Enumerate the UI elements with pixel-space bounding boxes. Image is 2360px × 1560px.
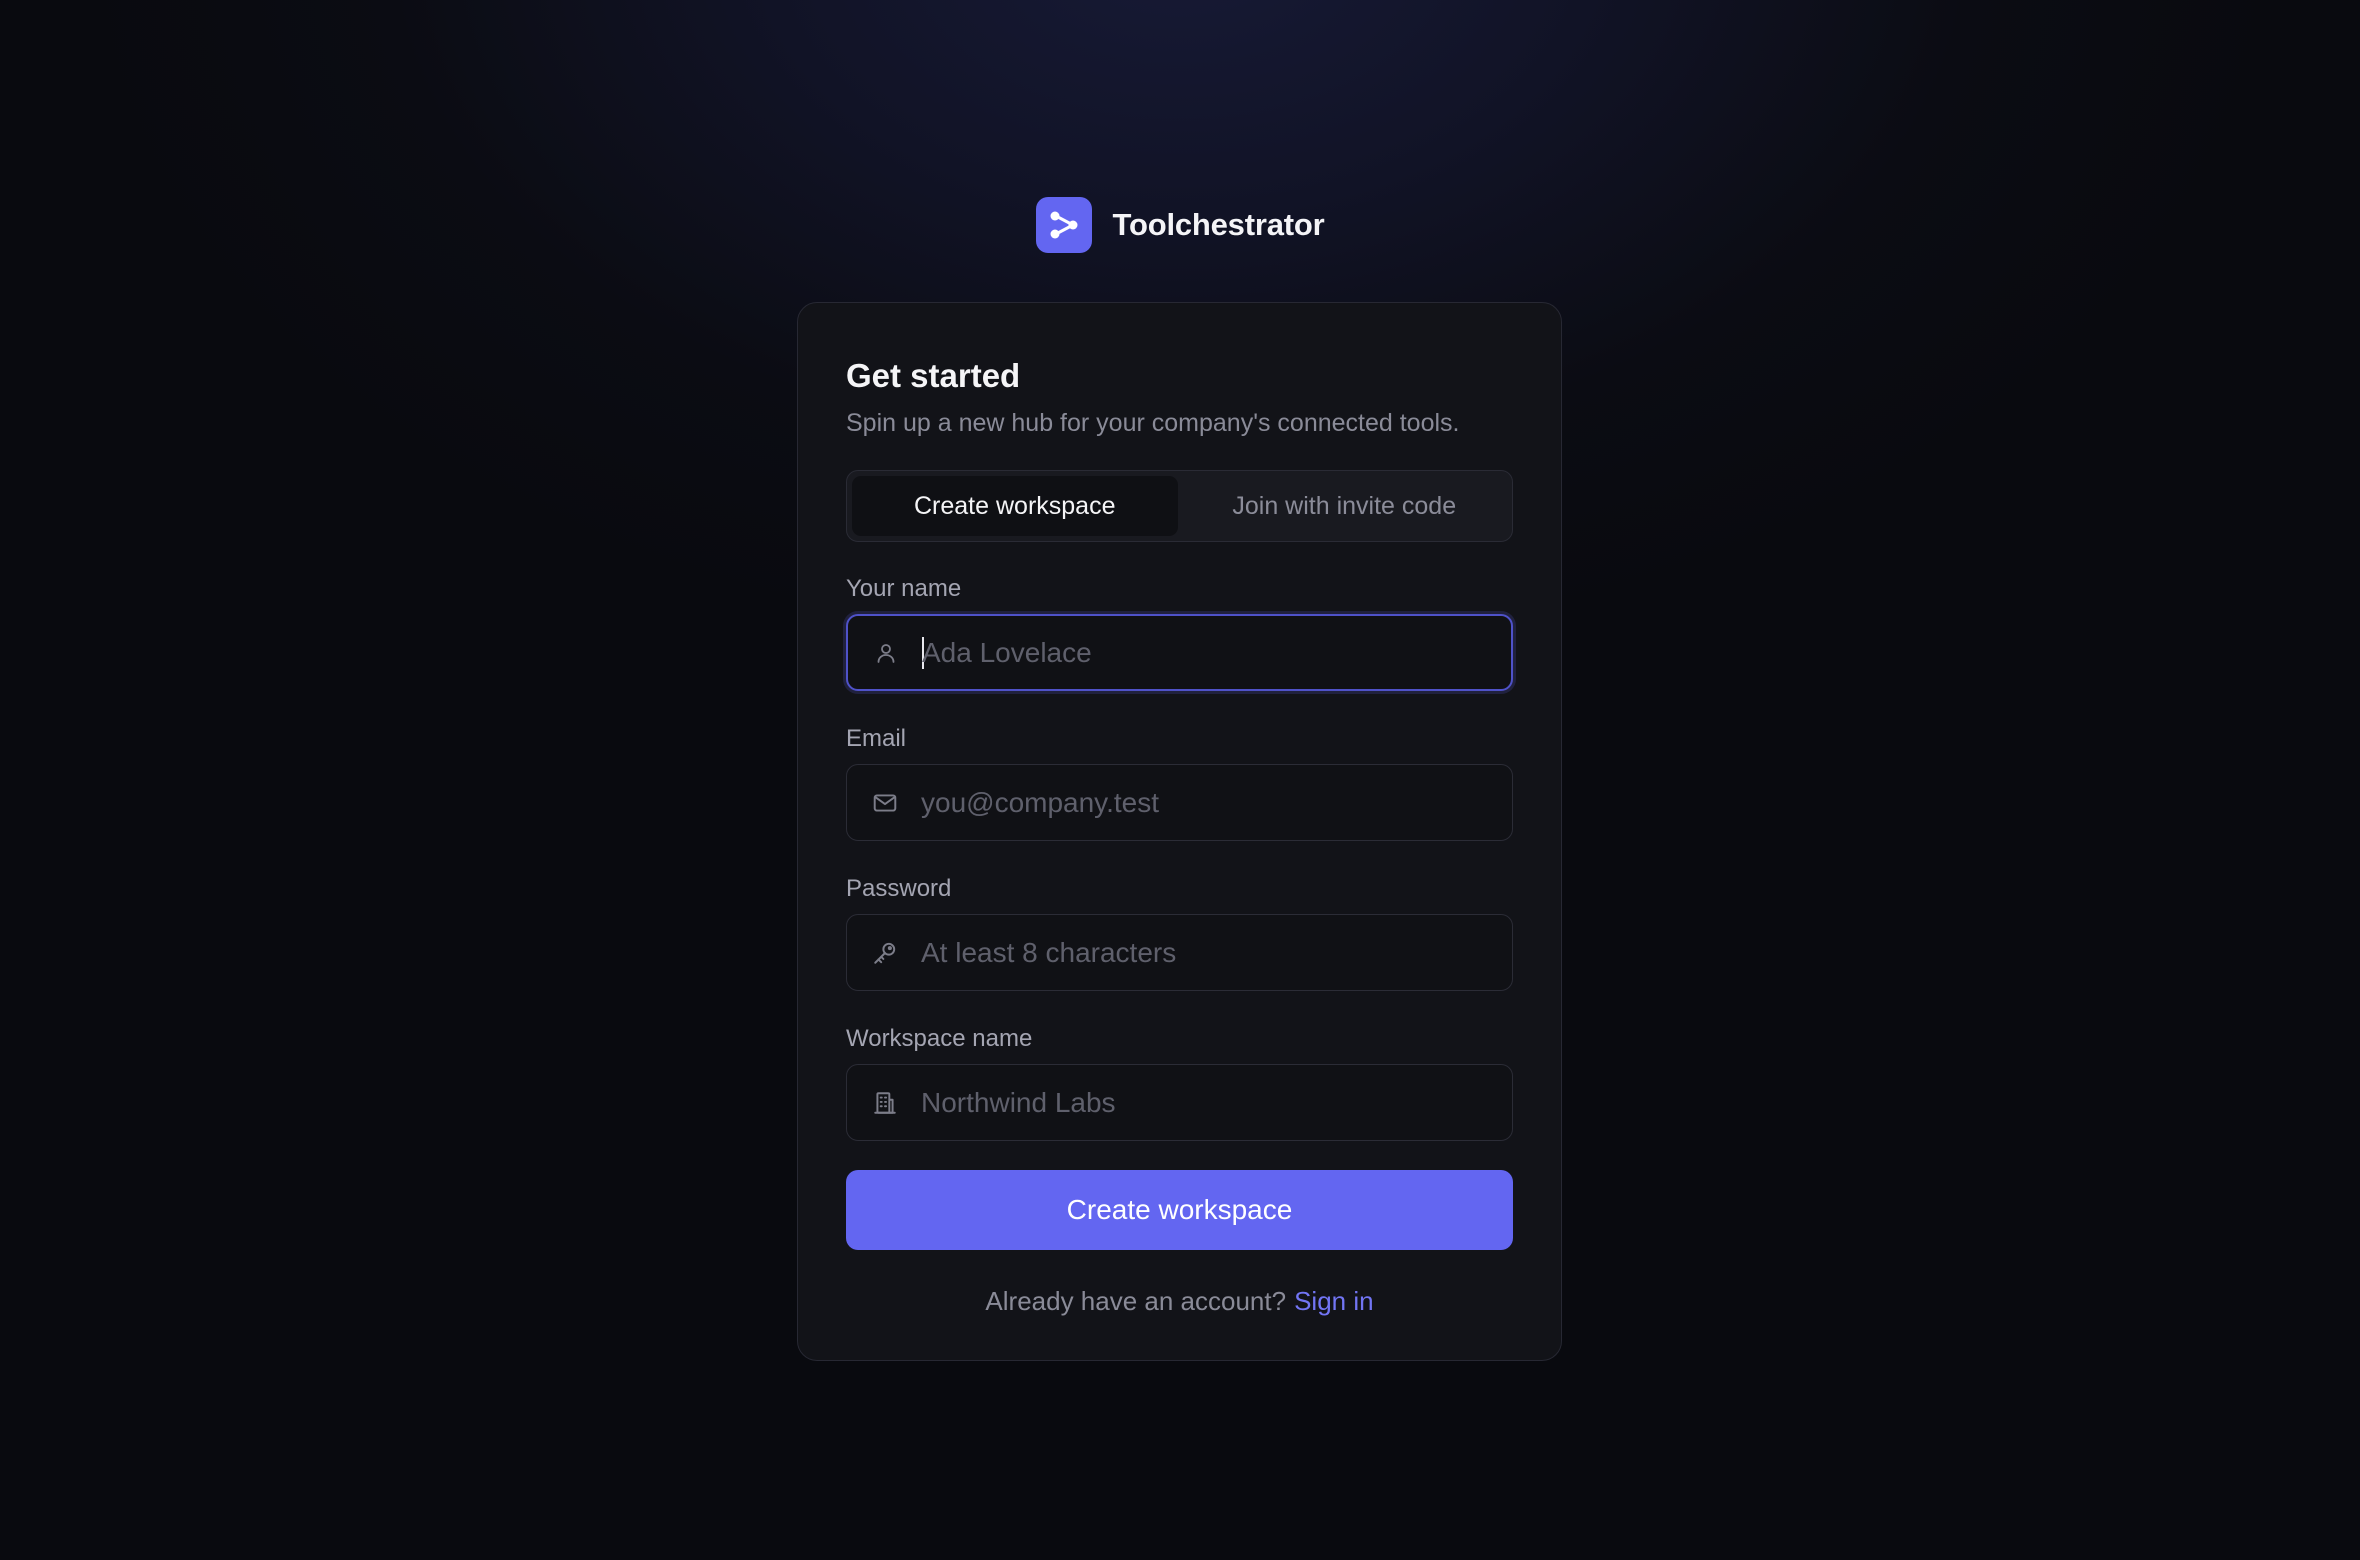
email-input[interactable] bbox=[921, 765, 1512, 840]
create-workspace-button[interactable]: Create workspace bbox=[846, 1170, 1513, 1250]
workspace-name-field[interactable] bbox=[846, 1064, 1513, 1141]
password-field[interactable] bbox=[846, 914, 1513, 991]
mail-icon bbox=[871, 789, 899, 817]
workspace-name-label: Workspace name bbox=[846, 1025, 1033, 1052]
sign-in-prompt-text: Already have an account? bbox=[985, 1286, 1287, 1316]
signup-card: Get started Spin up a new hub for your c… bbox=[797, 302, 1562, 1361]
card-title: Get started bbox=[846, 357, 1021, 394]
brand-header: Toolchestrator bbox=[0, 197, 2360, 253]
card-subtitle: Spin up a new hub for your company's con… bbox=[846, 409, 1460, 437]
name-input[interactable] bbox=[922, 616, 1511, 689]
workspace-name-input[interactable] bbox=[921, 1065, 1512, 1140]
user-icon bbox=[872, 639, 900, 667]
name-label: Your name bbox=[846, 575, 962, 602]
tab-create-workspace[interactable]: Create workspace bbox=[852, 476, 1178, 536]
sign-in-prompt: Already have an account? Sign in bbox=[846, 1286, 1513, 1317]
name-field[interactable] bbox=[846, 614, 1513, 691]
email-label: Email bbox=[846, 725, 907, 752]
password-input[interactable] bbox=[921, 915, 1512, 990]
tab-join-with-invite-code[interactable]: Join with invite code bbox=[1182, 476, 1508, 536]
sign-in-link[interactable]: Sign in bbox=[1294, 1286, 1374, 1316]
password-label: Password bbox=[846, 875, 952, 902]
share-nodes-icon bbox=[1035, 197, 1092, 253]
key-icon bbox=[871, 939, 899, 967]
mode-tabs: Create workspace Join with invite code bbox=[846, 470, 1513, 542]
email-field[interactable] bbox=[846, 764, 1513, 841]
brand-name: Toolchestrator bbox=[1112, 207, 1325, 242]
building-icon bbox=[871, 1089, 899, 1117]
